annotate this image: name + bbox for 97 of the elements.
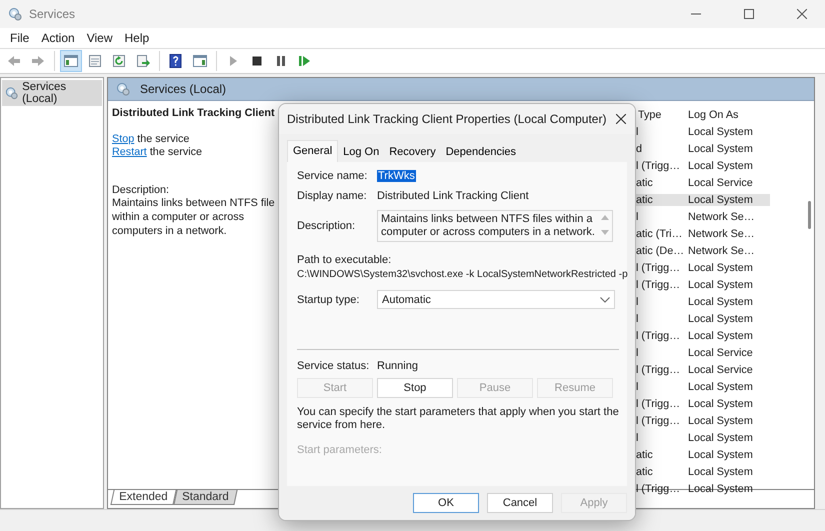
table-cell: atic (636, 466, 653, 478)
table-cell: Local System (686, 194, 770, 206)
table-cell-text: Local System (687, 126, 753, 138)
service-control-button[interactable]: Stop (377, 378, 453, 398)
window-title: Services (29, 7, 76, 21)
table-cell: l (Trigg… (636, 482, 680, 494)
start-parameters-note: You can specify the start parameters that apply when you start the service from here. (297, 406, 619, 432)
table-cell: l (Trigg… (636, 278, 680, 290)
table-cell: l (636, 312, 638, 324)
table-cell: l (Trigg… (636, 330, 680, 342)
table-cell-text: Local System (687, 414, 753, 426)
action-text: the service (137, 133, 190, 145)
table-cell: atic (Tri… (636, 228, 682, 240)
service-name-value: TrkWks (377, 170, 416, 182)
table-cell-text: Local System (687, 448, 753, 460)
table-cell: atic (636, 194, 686, 206)
display-name-value: Distributed Link Tracking Client (377, 190, 529, 202)
help-icon (168, 53, 184, 69)
table-cell-text: Network Se… (687, 210, 755, 222)
table-cell-text: Local System (687, 398, 753, 410)
table-cell: l (636, 432, 638, 444)
field-label: Service name: (297, 170, 368, 182)
menu-item[interactable]: File (4, 31, 36, 45)
table-cell-text: Network Se… (687, 228, 755, 240)
table-cell: l (636, 126, 638, 138)
table-cell-text: Local System (687, 312, 753, 324)
service-title: Distributed Link Tracking Client (112, 107, 275, 119)
table-cell: l (Trigg… (636, 160, 680, 172)
services-icon (116, 82, 130, 96)
refresh-icon (111, 53, 127, 69)
startup-type-dropdown[interactable]: Automatic (377, 290, 615, 309)
close-icon (797, 9, 807, 19)
table-cell: l (Trigg… (636, 262, 680, 274)
dialog-button[interactable]: OK (413, 493, 479, 513)
services-icon (5, 86, 18, 100)
service-status-value: Running (377, 360, 418, 372)
table-cell: l (Trigg… (636, 414, 680, 426)
table-cell-text: Local Service (687, 346, 753, 358)
export-icon (135, 53, 151, 69)
menu-item[interactable]: Help (118, 31, 156, 45)
table-cell-text: Local Service (687, 364, 753, 376)
table-cell-text: Local System (687, 278, 753, 290)
table-cell: atic (De… (636, 244, 684, 256)
view-tab[interactable]: Extended (110, 490, 176, 505)
maximize-icon (744, 9, 754, 19)
scrollbar-thumb[interactable] (808, 201, 811, 229)
table-cell-text: Local System (687, 432, 753, 444)
field-label: Description: (297, 220, 356, 232)
table-cell: l (Trigg… (636, 398, 680, 410)
table-cell: d (636, 142, 642, 154)
table-cell: l (636, 346, 638, 358)
table-cell-text: Local System (687, 482, 753, 494)
table-cell-text: Local System (687, 380, 753, 392)
chevron-down-icon (600, 296, 610, 302)
pane-title: Services (Local) (140, 82, 226, 96)
table-cell-text: Local System (687, 466, 753, 478)
table-cell-text: Network Se… (687, 244, 755, 256)
field-label: Service status: (297, 360, 370, 372)
table-cell-text: Local System (687, 330, 753, 342)
column-header[interactable]: Type (636, 108, 662, 120)
action-pane-icon (192, 53, 208, 69)
dialog-button[interactable]: Cancel (487, 493, 553, 513)
table-cell: l (636, 380, 638, 392)
table-cell: l (636, 210, 638, 222)
view-tab[interactable]: Standard (173, 490, 237, 505)
table-cell: l (Trigg… (636, 364, 680, 376)
field-label: Display name: (297, 190, 368, 202)
forward-arrow-icon (30, 53, 46, 69)
field-label: Startup type: (297, 294, 360, 306)
description-label: Description: (112, 184, 170, 196)
console-tree-icon (63, 53, 79, 69)
scroll-arrows-icon (601, 213, 609, 237)
description-field[interactable]: Maintains links between NTFS files within a computer or across computers in a network. (377, 210, 613, 242)
close-icon (616, 114, 626, 124)
table-cell-text: Local System (687, 262, 753, 274)
table-cell: atic (636, 448, 653, 460)
menu-item[interactable]: View (80, 31, 118, 45)
properties-icon (87, 53, 103, 69)
table-cell: atic (636, 176, 653, 188)
field-label: Path to executable: (297, 254, 392, 266)
table-cell-text: Local Service (687, 176, 753, 188)
dialog-title: Distributed Link Tracking Client Properties (Local Computer) (287, 112, 606, 126)
executable-path: C:\WINDOWS\System32\svchost.exe -k LocalSystemNetworkRestricted -p (297, 269, 628, 280)
table-cell: l (636, 296, 638, 308)
action-link[interactable]: Restart (112, 146, 147, 158)
tree-item[interactable]: Services (Local) (2, 80, 102, 106)
table-cell-text: Local System (687, 142, 753, 154)
service-description: Maintains links between NTFS file within a computer or across computers in a network. (112, 196, 275, 238)
action-text: the service (150, 146, 202, 158)
services-icon (8, 7, 22, 21)
dialog-tab[interactable]: General (287, 140, 338, 162)
table-cell-text: Local System (687, 296, 753, 308)
column-header[interactable]: Log On As (686, 108, 738, 120)
back-arrow-icon (6, 53, 22, 69)
action-link[interactable]: Stop (112, 133, 134, 145)
menu-item[interactable]: Action (35, 31, 81, 45)
table-cell-text: Local System (687, 160, 753, 172)
